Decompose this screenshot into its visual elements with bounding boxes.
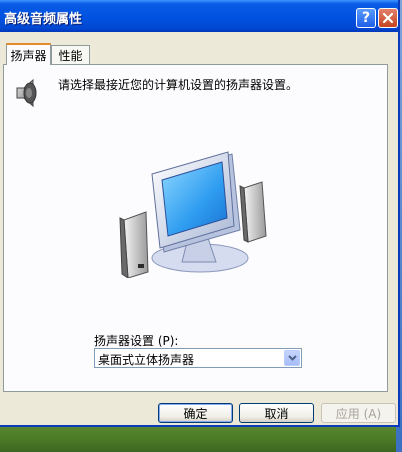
instruction-text: 请选择最接近您的计算机设置的扬声器设置。 [58, 78, 299, 92]
apply-button[interactable]: 应用 (A) [321, 403, 396, 423]
ok-button[interactable]: 确定 [158, 403, 233, 423]
cancel-button[interactable]: 取消 [239, 403, 314, 423]
speaker-setup-label: 扬声器设置 (P): [94, 334, 179, 348]
speaker-setup-selected-value: 桌面式立体扬声器 [98, 353, 195, 367]
tab-performance[interactable]: 性能 [51, 45, 90, 64]
dropdown-arrow-button[interactable] [284, 350, 300, 366]
help-button[interactable]: ? [356, 8, 376, 28]
computer-with-speakers-illustration [119, 151, 267, 278]
speaker-setup-dropdown[interactable]: 桌面式立体扬声器 [94, 348, 302, 368]
advanced-audio-properties-dialog: 高级音频属性 ? 扬声器 性能 请选择最接近您的计算机设置的扬声器设置。 扬声器… [0, 0, 400, 427]
title-bar[interactable]: 高级音频属性 ? [0, 0, 398, 32]
close-button[interactable] [378, 8, 398, 28]
chevron-down-icon [287, 355, 297, 361]
speaker-icon [16, 78, 37, 108]
tab-speakers[interactable]: 扬声器 [6, 43, 51, 65]
window-title: 高级音频属性 [4, 12, 83, 27]
close-icon [382, 12, 394, 24]
